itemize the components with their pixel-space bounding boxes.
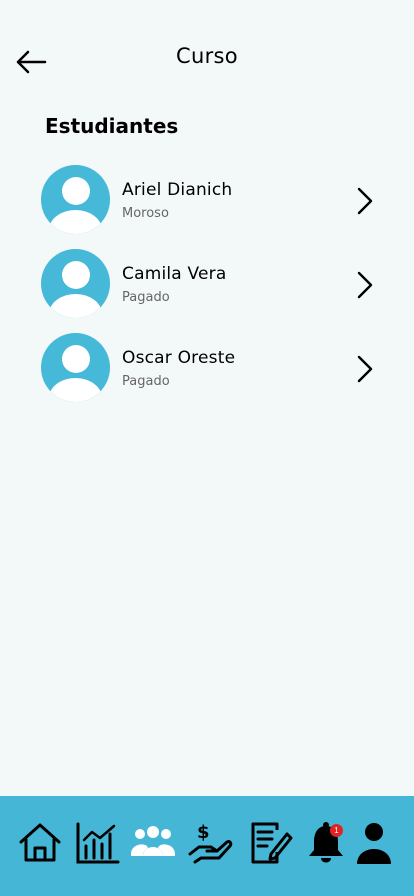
chevron-right-icon xyxy=(357,271,373,299)
nav-home[interactable] xyxy=(15,818,65,868)
nav-notifications[interactable]: 1 xyxy=(301,818,351,868)
student-status: Pagado xyxy=(122,374,170,389)
student-status: Pagado xyxy=(122,290,170,305)
student-row[interactable]: Oscar Oreste Pagado xyxy=(0,328,414,404)
svg-text:$: $ xyxy=(197,822,210,843)
nav-students[interactable] xyxy=(128,818,178,868)
section-title: Estudiantes xyxy=(45,114,179,138)
avatar xyxy=(41,165,110,234)
nav-payments[interactable]: $ xyxy=(185,818,235,868)
avatar xyxy=(41,249,110,318)
student-name: Ariel Dianich xyxy=(122,180,233,200)
nav-notes[interactable] xyxy=(245,818,295,868)
header: Curso xyxy=(0,0,414,120)
payment-icon: $ xyxy=(188,822,233,864)
users-icon xyxy=(131,826,175,856)
notes-icon xyxy=(251,822,293,864)
student-name: Camila Vera xyxy=(122,264,227,284)
notification-badge: 1 xyxy=(330,824,343,837)
chart-icon xyxy=(76,822,120,864)
page-title: Curso xyxy=(176,44,238,68)
student-row[interactable]: Ariel Dianich Moroso xyxy=(0,160,414,236)
nav-profile[interactable] xyxy=(349,818,399,868)
home-icon xyxy=(19,823,61,862)
user-icon xyxy=(357,823,391,864)
chevron-right-icon xyxy=(357,355,373,383)
student-row[interactable]: Camila Vera Pagado xyxy=(0,244,414,320)
student-name: Oscar Oreste xyxy=(122,348,236,368)
student-status: Moroso xyxy=(122,206,169,221)
avatar xyxy=(41,333,110,402)
chevron-right-icon xyxy=(357,187,373,215)
bottom-nav: $ 1 xyxy=(0,796,414,896)
nav-stats[interactable] xyxy=(72,818,122,868)
